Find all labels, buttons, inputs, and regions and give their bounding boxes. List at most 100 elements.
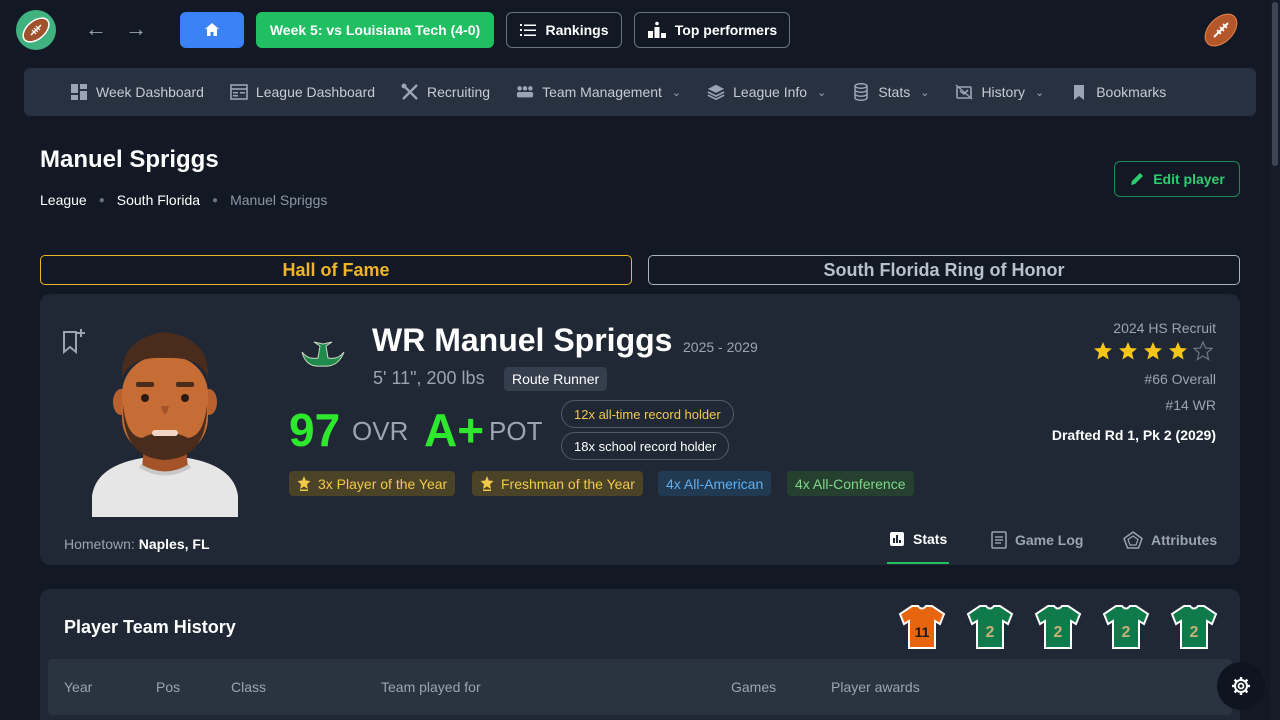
award-label: Freshman of the Year xyxy=(501,475,635,492)
page-title: Manuel Spriggs xyxy=(40,146,219,173)
breadcrumb-separator: ● xyxy=(212,194,219,206)
menu-week-dashboard[interactable]: Week Dashboard xyxy=(70,83,204,101)
active-tab-indicator xyxy=(887,562,949,564)
tools-icon xyxy=(401,83,419,101)
back-arrow-icon[interactable]: ← xyxy=(84,18,108,42)
hall-of-fame-button[interactable]: Hall of Fame xyxy=(40,255,632,285)
menu-team-management[interactable]: Team Management ⌄ xyxy=(516,83,681,101)
breadcrumb-team[interactable]: South Florida xyxy=(117,192,200,208)
recruit-stars xyxy=(1093,341,1213,361)
column-header-year[interactable]: Year xyxy=(64,679,92,695)
chevron-down-icon: ⌄ xyxy=(920,86,930,99)
table-icon xyxy=(230,83,248,101)
settings-button[interactable] xyxy=(1217,662,1265,710)
award-label: 4x All-Conference xyxy=(795,475,906,492)
ovr-rating: 97 xyxy=(289,404,341,456)
database-icon xyxy=(852,83,870,101)
people-icon xyxy=(516,83,534,101)
current-week-button[interactable]: Week 5: vs Louisiana Tech (4-0) xyxy=(256,12,494,48)
pot-label: POT xyxy=(489,416,543,446)
team-logo-icon xyxy=(301,341,345,367)
player-avatar xyxy=(92,332,238,517)
bookmark-icon xyxy=(1070,83,1088,101)
top-performers-button[interactable]: Top performers xyxy=(634,12,790,48)
document-icon xyxy=(991,531,1007,549)
gear-icon xyxy=(1232,677,1250,695)
football-logo-icon xyxy=(22,17,50,43)
jersey-icon[interactable]: 2 xyxy=(1102,604,1150,650)
breadcrumb: League ● South Florida ● Manuel Spriggs xyxy=(40,192,327,208)
menu-league-dashboard[interactable]: League Dashboard xyxy=(230,83,375,101)
menu-bookmarks[interactable]: Bookmarks xyxy=(1070,83,1166,101)
add-bookmark-icon[interactable] xyxy=(62,328,86,354)
podium-icon xyxy=(647,21,666,38)
award-all-conference: 4x All-Conference xyxy=(787,471,914,496)
trophy-icon xyxy=(480,476,494,491)
jersey-number: 2 xyxy=(1122,624,1131,641)
column-header-awards[interactable]: Player awards xyxy=(831,679,920,695)
column-header-pos[interactable]: Pos xyxy=(156,679,180,695)
app-logo[interactable] xyxy=(16,10,56,50)
jersey-number: 11 xyxy=(915,624,930,640)
menu-league-info[interactable]: League Info ⌄ xyxy=(707,83,826,101)
ring-of-honor-button[interactable]: South Florida Ring of Honor xyxy=(648,255,1240,285)
rankings-button[interactable]: Rankings xyxy=(506,12,622,48)
column-header-games[interactable]: Games xyxy=(731,679,776,695)
breadcrumb-separator: ● xyxy=(98,194,105,206)
star-filled-icon xyxy=(1144,342,1162,360)
menu-history[interactable]: History ⌄ xyxy=(955,83,1044,101)
tab-attributes[interactable]: Attributes xyxy=(1123,531,1217,549)
jersey-icon[interactable]: 2 xyxy=(1170,604,1218,650)
tab-label: Game Log xyxy=(1015,532,1084,548)
chevron-down-icon: ⌄ xyxy=(671,86,682,99)
all-time-record-badge[interactable]: 12x all-time record holder xyxy=(561,400,734,428)
school-record-badge[interactable]: 18x school record holder xyxy=(561,432,730,460)
star-empty-icon xyxy=(1193,341,1213,361)
tab-label: Stats xyxy=(913,531,948,547)
chevron-down-icon: ⌄ xyxy=(817,86,827,99)
menu-label: League Dashboard xyxy=(255,84,376,100)
hometown-value: Naples, FL xyxy=(138,536,210,552)
star-filled-icon xyxy=(1119,342,1137,360)
forward-arrow-icon[interactable]: → xyxy=(124,18,148,42)
rankings-label: Rankings xyxy=(545,22,609,38)
list-icon xyxy=(520,24,537,36)
ovr-label: OVR xyxy=(352,416,409,446)
menu-label: Recruiting xyxy=(427,84,491,100)
breadcrumb-current: Manuel Spriggs xyxy=(230,192,328,208)
recruit-label: 2024 HS Recruit xyxy=(1113,320,1216,336)
jersey-number: 2 xyxy=(986,624,995,641)
jersey-icon[interactable]: 2 xyxy=(966,604,1014,650)
award-player-of-year: 3x Player of the Year xyxy=(289,471,456,496)
star-filled-icon xyxy=(1094,342,1112,360)
chevron-down-icon: ⌄ xyxy=(1035,86,1045,99)
edit-player-button[interactable]: Edit player xyxy=(1114,161,1240,197)
column-header-team[interactable]: Team played for xyxy=(381,679,481,695)
tab-label: Attributes xyxy=(1151,532,1218,548)
pencil-icon xyxy=(1131,173,1144,185)
award-all-american: 4x All-American xyxy=(658,471,772,496)
home-icon xyxy=(205,23,219,36)
breadcrumb-league[interactable]: League xyxy=(40,192,87,208)
menu-stats[interactable]: Stats ⌄ xyxy=(852,83,929,101)
football-icon[interactable] xyxy=(1200,10,1242,50)
archetype-badge: Route Runner xyxy=(504,367,608,391)
dashboard-icon xyxy=(70,83,88,101)
team-history-title: Player Team History xyxy=(64,617,236,637)
home-button[interactable] xyxy=(180,12,244,48)
menu-label: Bookmarks xyxy=(1096,84,1167,100)
history-icon xyxy=(955,83,973,101)
main-menu: Week Dashboard League Dashboard Recruiti… xyxy=(24,68,1256,116)
menu-label: Team Management xyxy=(542,84,662,100)
menu-recruiting[interactable]: Recruiting xyxy=(401,83,490,101)
menu-label: League Info xyxy=(733,84,808,100)
tab-game-log[interactable]: Game Log xyxy=(991,531,1083,549)
tab-stats[interactable]: Stats xyxy=(889,531,947,547)
scrollbar-thumb[interactable] xyxy=(1272,2,1278,166)
star-filled-icon xyxy=(1169,342,1187,360)
jersey-icon[interactable]: 2 xyxy=(1034,604,1082,650)
jersey-icon[interactable]: 11 xyxy=(898,604,946,650)
column-header-class[interactable]: Class xyxy=(231,679,266,695)
award-label: 3x Player of the Year xyxy=(318,475,448,492)
award-label: 4x All-American xyxy=(666,475,764,492)
